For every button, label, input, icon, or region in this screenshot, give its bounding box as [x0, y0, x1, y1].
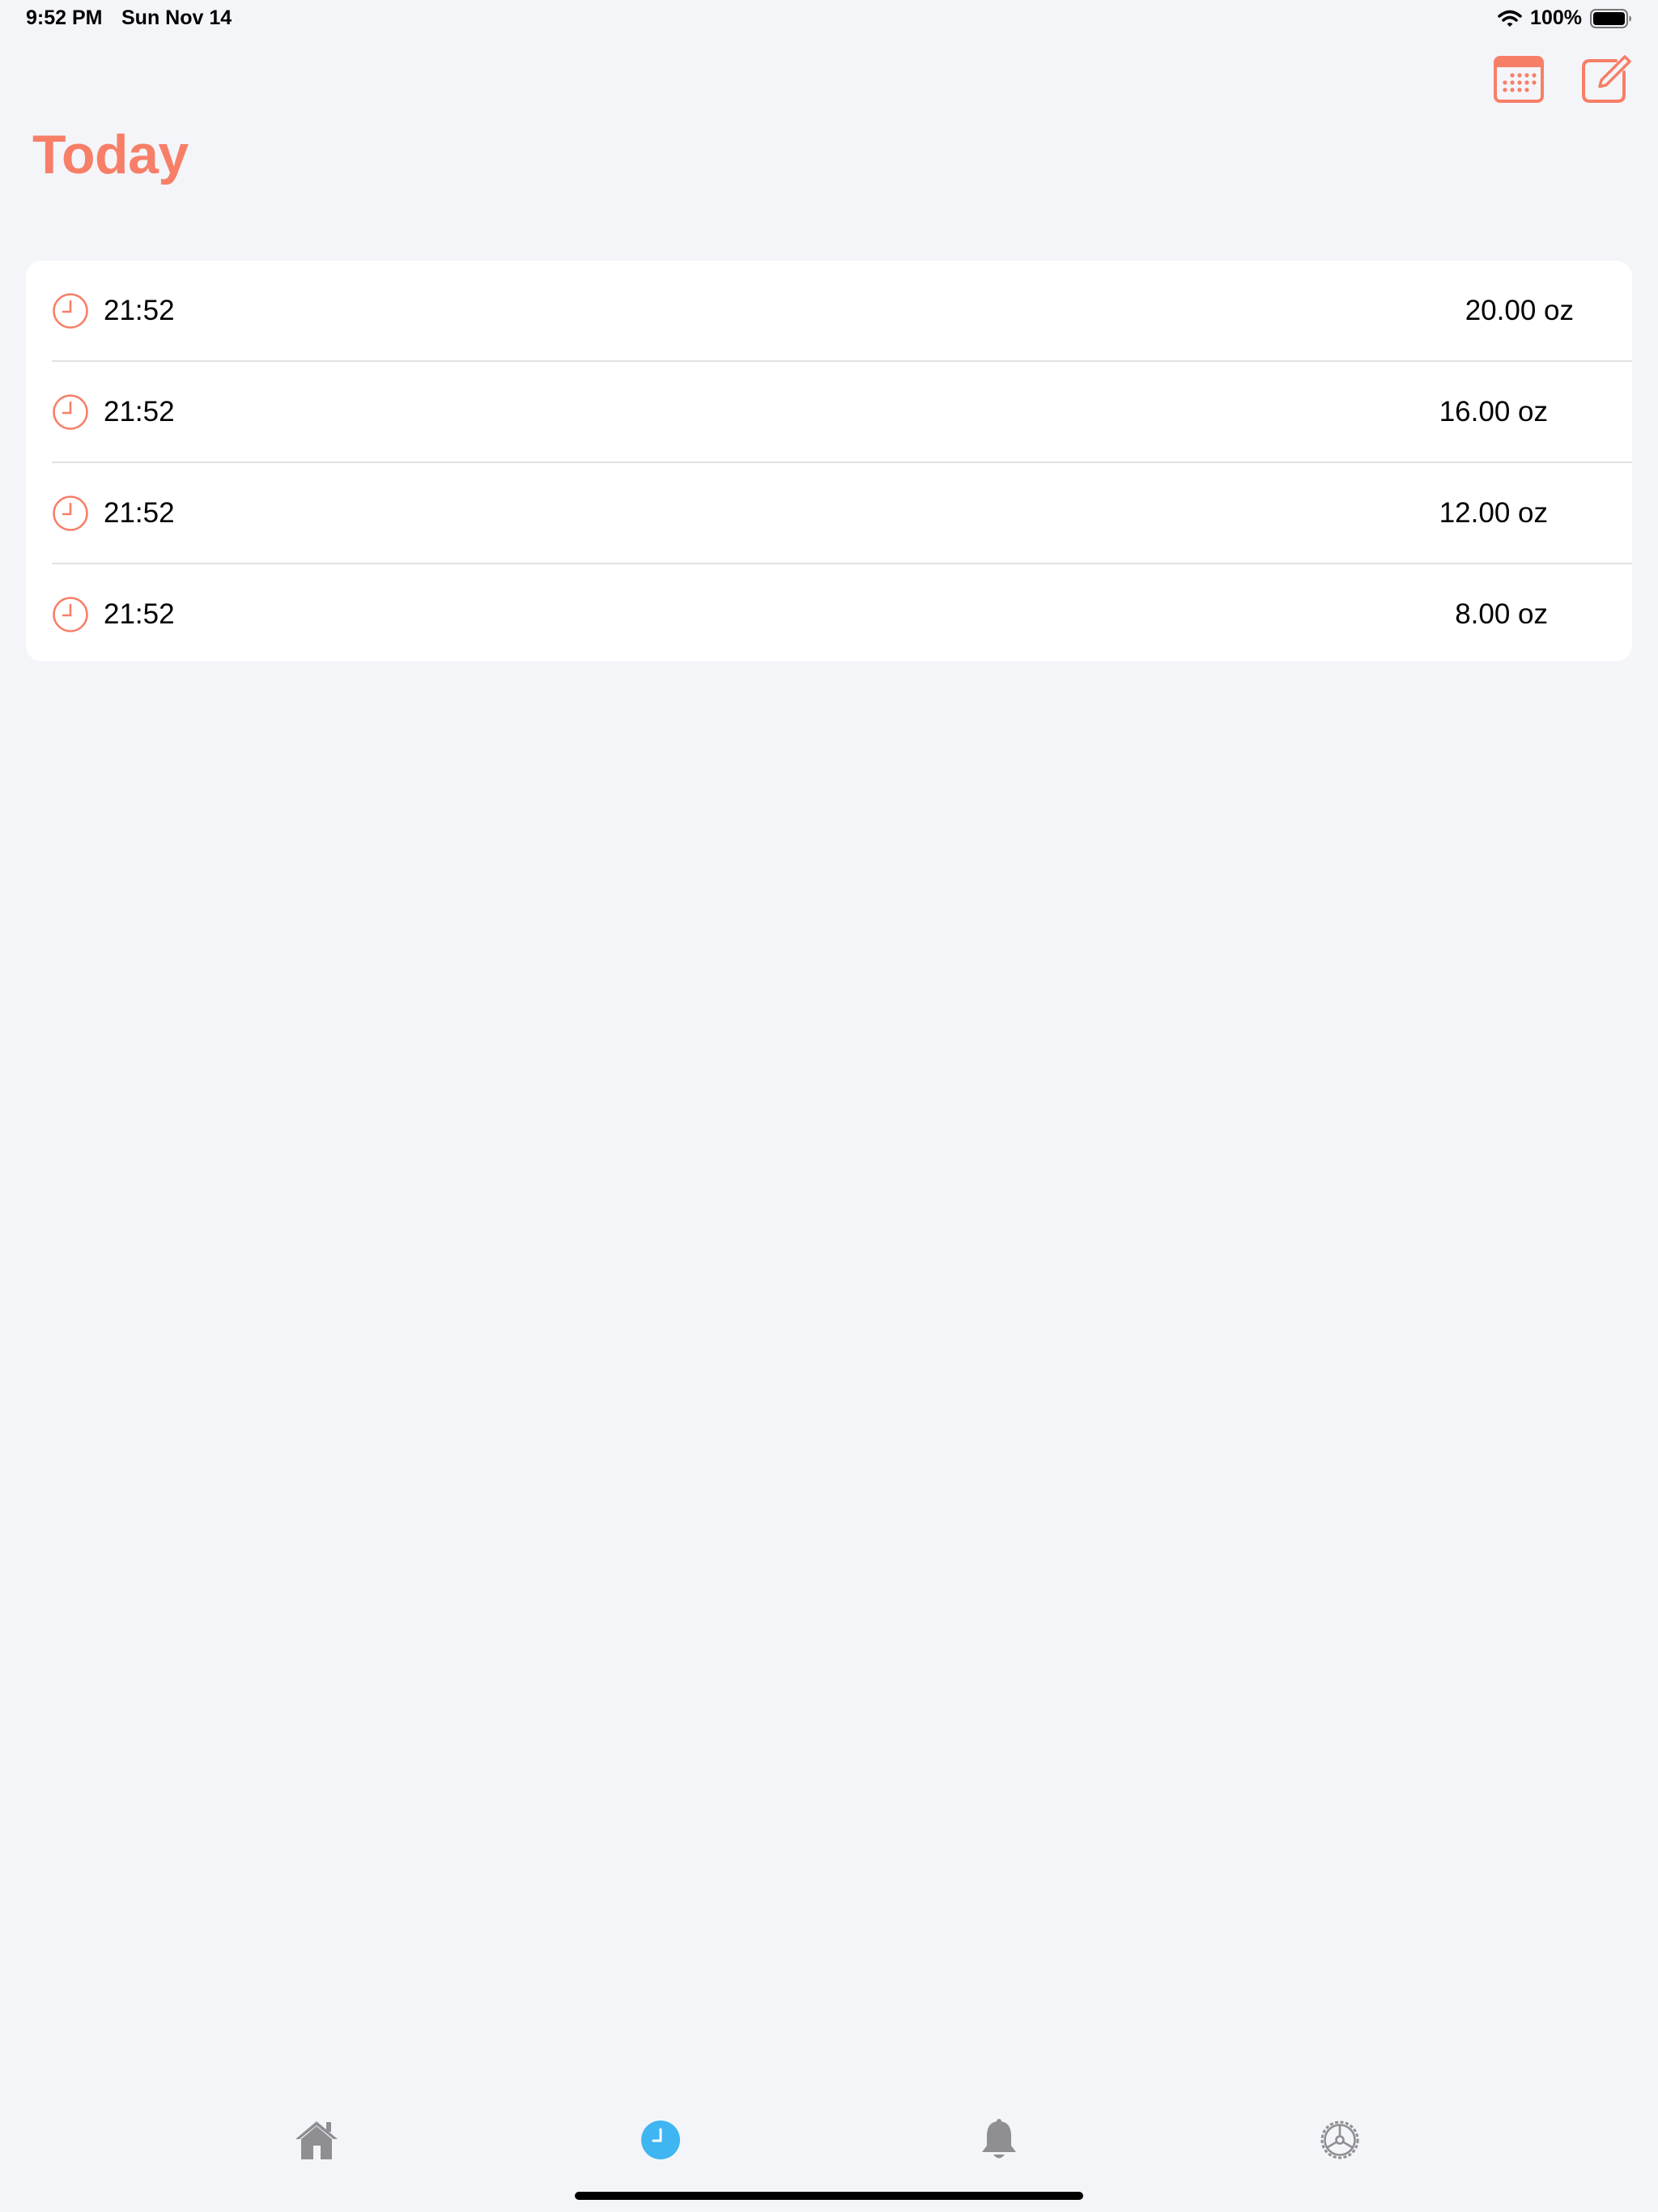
entry-time: 21:52	[104, 294, 175, 326]
list-item[interactable]: 21:52 16.00 oz	[52, 360, 1632, 462]
list-item[interactable]: 21:52 8.00 oz	[52, 563, 1632, 661]
list-item[interactable]: 21:52 12.00 oz	[52, 462, 1632, 563]
entry-time: 21:52	[104, 598, 175, 630]
tab-history[interactable]	[632, 2112, 689, 2168]
clock-icon	[53, 393, 88, 430]
entry-amount: 20.00 oz	[1465, 294, 1574, 326]
tab-settings[interactable]	[1312, 2112, 1368, 2168]
compose-icon	[1582, 55, 1631, 103]
clock-icon	[53, 292, 88, 329]
settings-gear-icon	[1320, 2121, 1359, 2159]
status-time: 9:52 PM	[26, 6, 103, 29]
entry-amount: 16.00 oz	[1439, 395, 1548, 428]
tab-reminders[interactable]	[971, 2112, 1027, 2168]
tab-home[interactable]	[288, 2112, 345, 2168]
list-item[interactable]: 21:52 20.00 oz	[26, 261, 1632, 360]
status-indicators: 100%	[1498, 6, 1632, 30]
home-icon	[295, 2121, 338, 2159]
wifi-icon	[1498, 9, 1522, 28]
nav-actions	[1493, 53, 1632, 105]
bell-icon	[982, 2119, 1016, 2159]
compose-button[interactable]	[1580, 53, 1632, 105]
entry-time: 21:52	[104, 395, 175, 428]
battery-percent: 100%	[1530, 6, 1582, 29]
status-bar: 9:52 PM Sun Nov 14 100%	[0, 0, 1658, 39]
clock-icon	[53, 596, 88, 632]
battery-icon	[1590, 8, 1632, 28]
home-indicator	[575, 2192, 1083, 2200]
entries-list: 21:52 20.00 oz 21:52 16.00 oz 21:52 12.0…	[26, 261, 1632, 661]
entry-amount: 12.00 oz	[1439, 496, 1548, 529]
entry-time: 21:52	[104, 496, 175, 529]
clock-icon	[53, 495, 88, 531]
clock-icon	[641, 2121, 680, 2159]
calendar-icon	[1494, 56, 1544, 103]
calendar-button[interactable]	[1493, 53, 1545, 105]
entry-amount: 8.00 oz	[1455, 598, 1548, 630]
page-title: Today	[32, 124, 189, 185]
status-date: Sun Nov 14	[121, 6, 232, 29]
